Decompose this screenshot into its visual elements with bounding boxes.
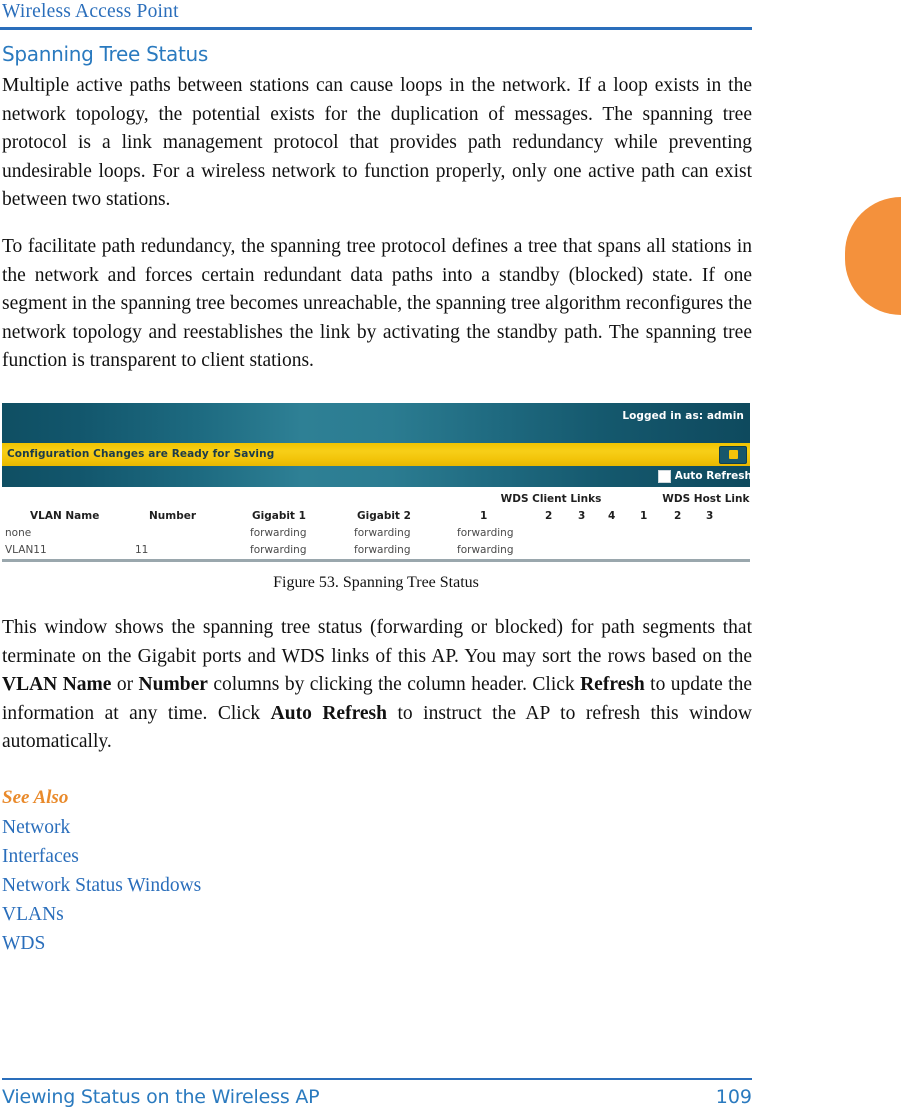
paragraph-intro: Multiple active paths between stations c…	[2, 75, 752, 211]
table-column-header[interactable]: 4	[608, 510, 615, 522]
table-header-row: VLAN Name Number Gigabit 1 Gigabit 2 1 2 3 4 1 2 3	[2, 510, 750, 527]
description-text: columns by clicking the column header. C…	[207, 674, 581, 696]
figure-caption: Figure 53. Spanning Tree Status	[273, 573, 479, 591]
emphasis-term: VLAN Name	[2, 674, 112, 696]
footer-rule	[2, 1078, 752, 1080]
table-column-header[interactable]: Gigabit 1	[252, 510, 306, 522]
table-group-header: WDS Client Links	[500, 492, 602, 505]
table-group-header-row: WDS Client Links WDS Host Links	[2, 493, 750, 510]
table-column-header[interactable]: VLAN Name	[30, 510, 99, 522]
see-also-link[interactable]: WDS	[2, 929, 752, 958]
table-column-header[interactable]: 2	[674, 510, 681, 522]
auto-refresh-control[interactable]: Auto Refresh	[657, 469, 750, 483]
table-body: none forwarding forwarding forwarding VLAN11…	[2, 527, 750, 561]
footer-title: Viewing Status on the Wireless AP	[2, 1086, 320, 1108]
table-group-header: WDS Host Links	[662, 492, 750, 505]
description-text: This window shows the spanning tree stat…	[2, 616, 752, 667]
table-column-header[interactable]: Gigabit 2	[357, 510, 411, 522]
footer-row: Viewing Status on the Wireless AP 109	[2, 1086, 752, 1108]
table-cell: VLAN11	[5, 543, 47, 556]
emphasis-term: Auto Refresh	[270, 702, 387, 724]
auto-refresh-checkbox[interactable]	[657, 469, 671, 483]
emphasis-term: Refresh	[580, 674, 645, 696]
save-banner-label: Configuration Changes are Ready for Savi…	[7, 448, 275, 461]
ui-header-bar: Logged in as: admin Configuration Change…	[2, 402, 750, 487]
table-cell: forwarding	[354, 543, 411, 556]
description-text: or	[111, 674, 139, 696]
paragraph-redundancy: To facilitate path redundancy, the spann…	[2, 235, 752, 372]
save-disk-glyph	[728, 450, 738, 460]
spanning-tree-table: WDS Client Links WDS Host Links VLAN Name…	[2, 486, 750, 562]
document-page: Wireless Access Point Spanning Tree Stat…	[0, 0, 901, 1114]
table-cell: forwarding	[250, 526, 307, 539]
table-column-header[interactable]: 2	[545, 510, 552, 522]
auto-refresh-label: Auto Refresh	[674, 470, 750, 483]
save-disk-icon[interactable]	[719, 445, 747, 464]
page-title: Spanning Tree Status	[2, 42, 209, 66]
see-also-heading: See Also	[2, 786, 69, 808]
table-cell: forwarding	[457, 526, 514, 539]
table-column-header[interactable]: 1	[480, 510, 487, 522]
table-cell: forwarding	[250, 543, 307, 556]
table-cell: forwarding	[457, 543, 514, 556]
running-head: Wireless Access Point	[0, 0, 752, 30]
running-head-title: Wireless Access Point	[2, 1, 179, 22]
table-cell: forwarding	[354, 526, 411, 539]
table-column-header[interactable]: 3	[578, 510, 585, 522]
see-also-list: Network Interfaces Network Status Windows V…	[2, 813, 752, 958]
table-cell: none	[5, 526, 32, 539]
table-row: none forwarding forwarding forwarding	[2, 527, 750, 544]
see-also-link[interactable]: VLANs	[2, 900, 752, 929]
see-also-link[interactable]: Interfaces	[2, 842, 752, 871]
save-notification-banner: Configuration Changes are Ready for Savi…	[2, 442, 750, 466]
figure-spanning-tree-status: Logged in as: admin Configuration Change…	[2, 402, 750, 592]
table-column-header[interactable]: Number	[149, 510, 196, 522]
footer-page-number: 109	[715, 1086, 752, 1108]
ui-screenshot: Logged in as: admin Configuration Change…	[2, 402, 750, 562]
page-content: Spanning Tree Status Multiple active pat…	[2, 42, 752, 958]
see-also-link[interactable]: Network Status Windows	[2, 871, 752, 900]
table-bottom-rule	[2, 558, 750, 562]
ui-header-top: Logged in as: admin	[2, 403, 750, 436]
paragraph-description: This window shows the spanning tree stat…	[2, 614, 752, 757]
see-also-link[interactable]: Network	[2, 813, 752, 842]
running-head-rule	[0, 27, 752, 30]
table-column-header[interactable]: 1	[640, 510, 647, 522]
page-footer: Viewing Status on the Wireless AP 109	[2, 1078, 752, 1108]
logged-in-status: Logged in as: admin	[622, 409, 744, 422]
emphasis-term: Number	[138, 674, 208, 696]
orange-side-tab	[845, 197, 901, 315]
table-column-header[interactable]: 3	[706, 510, 713, 522]
table-cell: 11	[135, 543, 149, 556]
